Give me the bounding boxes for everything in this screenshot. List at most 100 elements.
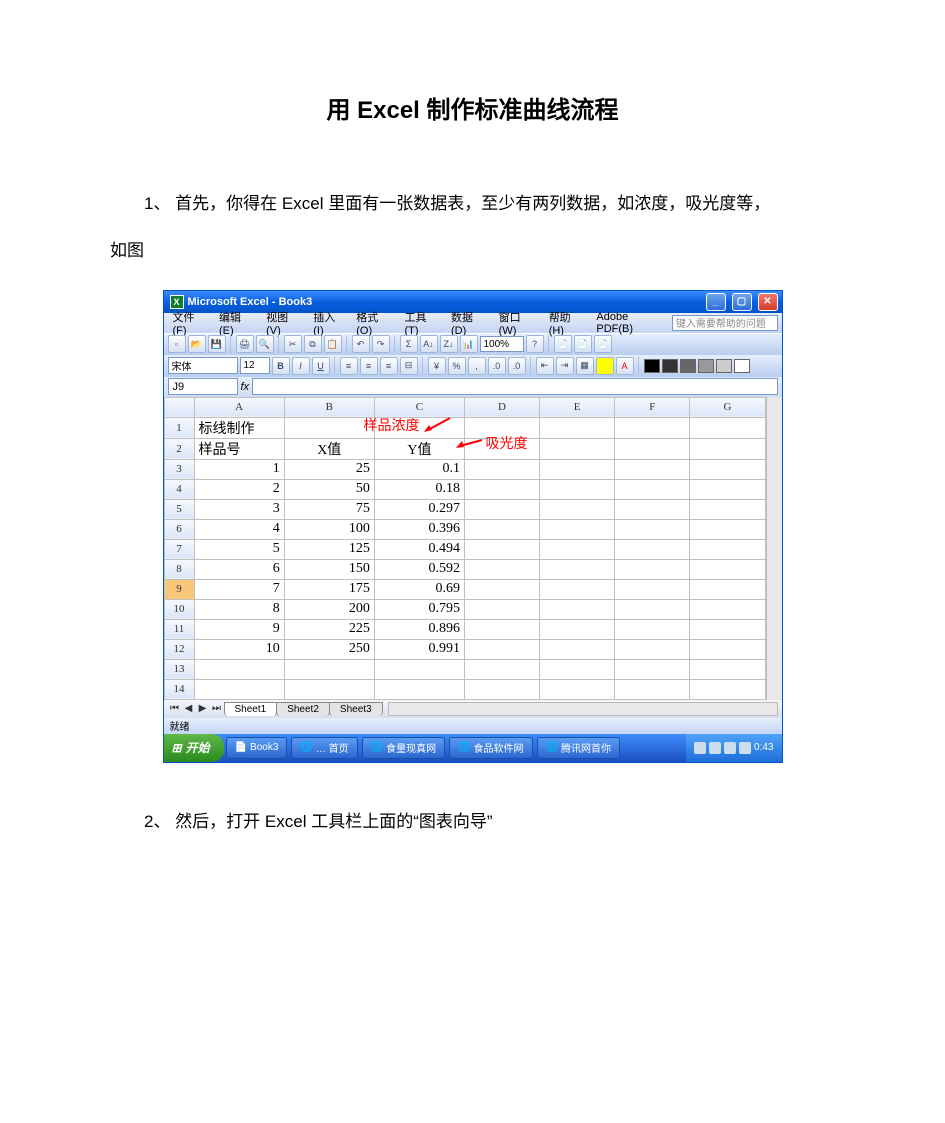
cell[interactable] [615,479,690,499]
cell[interactable]: Y值 [374,438,464,459]
menu-adobe[interactable]: Adobe PDF(B) [591,310,669,336]
underline-icon[interactable]: U [312,357,330,375]
menu-format[interactable]: 格式(O) [351,308,397,338]
row-header[interactable]: 9 [164,579,194,599]
cell[interactable] [690,579,765,599]
select-all-corner[interactable] [164,397,194,417]
cell[interactable] [690,619,765,639]
cell[interactable] [464,438,539,459]
cell[interactable] [540,519,615,539]
cell[interactable] [540,459,615,479]
fx-icon[interactable]: fx [241,381,250,393]
cell[interactable]: 0.1 [374,459,464,479]
cell[interactable]: 150 [284,559,374,579]
cell[interactable] [690,438,765,459]
palette-ltgray[interactable] [698,359,714,373]
cell[interactable] [540,599,615,619]
preview-icon[interactable]: 🔍 [256,335,274,353]
palette-black[interactable] [644,359,660,373]
merge-icon[interactable]: ⊟ [400,357,418,375]
bold-icon[interactable]: B [272,357,290,375]
cell[interactable]: 7 [194,579,284,599]
palette-dkgray[interactable] [662,359,678,373]
comma-icon[interactable]: , [468,357,486,375]
cell[interactable]: 50 [284,479,374,499]
taskbar-item[interactable]: 📄Book3 [226,737,288,759]
cell[interactable] [615,579,690,599]
maximize-button[interactable]: ▢ [732,293,752,311]
percent-icon[interactable]: % [448,357,466,375]
row-header[interactable]: 7 [164,539,194,559]
cell[interactable] [615,519,690,539]
cell[interactable] [690,599,765,619]
cell[interactable]: 样品号 [194,438,284,459]
redo-icon[interactable]: ↷ [372,335,390,353]
cell[interactable] [540,539,615,559]
zoom-combo[interactable]: 100% [480,336,524,352]
menu-data[interactable]: 数据(D) [446,308,492,338]
cell[interactable] [540,659,615,679]
cell[interactable] [194,679,284,699]
help-search-box[interactable]: 键入需要帮助的问题 [672,315,778,331]
cell[interactable] [615,559,690,579]
cell[interactable] [464,459,539,479]
cell[interactable]: 250 [284,639,374,659]
menu-file[interactable]: 文件(F) [168,308,213,338]
cell[interactable] [540,679,615,699]
sheet-nav-first-icon[interactable]: ⏮ [168,703,182,714]
cell[interactable] [464,579,539,599]
cell[interactable] [540,639,615,659]
sheet-tab-1[interactable]: Sheet1 [224,702,278,716]
row-header[interactable]: 2 [164,438,194,459]
row-header[interactable]: 12 [164,639,194,659]
print-icon[interactable]: 🖨 [236,335,254,353]
row-header[interactable]: 14 [164,679,194,699]
cell[interactable]: X值 [284,438,374,459]
name-box[interactable]: J9 [168,378,238,395]
indent-icon[interactable]: ⇤ [536,357,554,375]
start-button[interactable]: ⊞ 开始 [164,734,224,762]
row-header[interactable]: 10 [164,599,194,619]
cell[interactable] [464,519,539,539]
cell[interactable]: 225 [284,619,374,639]
cell[interactable] [615,639,690,659]
cell[interactable] [615,438,690,459]
cell[interactable] [464,639,539,659]
new-icon[interactable]: ▫ [168,335,186,353]
cell[interactable] [615,499,690,519]
cell[interactable]: 125 [284,539,374,559]
cell[interactable] [690,479,765,499]
cell[interactable] [690,519,765,539]
cell[interactable]: 9 [194,619,284,639]
cell[interactable] [540,619,615,639]
cell[interactable]: 0.18 [374,479,464,499]
row-header[interactable]: 4 [164,479,194,499]
cell[interactable] [690,499,765,519]
save-icon[interactable]: 💾 [208,335,226,353]
cell[interactable] [540,579,615,599]
fill-color-icon[interactable] [596,357,614,375]
cell[interactable] [540,479,615,499]
cell[interactable] [690,639,765,659]
cell[interactable] [615,417,690,438]
cell[interactable] [615,459,690,479]
palette-white[interactable] [734,359,750,373]
cell[interactable]: 0.69 [374,579,464,599]
menu-edit[interactable]: 编辑(E) [214,308,259,338]
undo-icon[interactable]: ↶ [352,335,370,353]
cell[interactable] [284,659,374,679]
cell[interactable] [464,417,539,438]
tray-icon[interactable] [709,742,721,754]
cell[interactable] [540,438,615,459]
cell[interactable] [464,559,539,579]
align-center-icon[interactable]: ≡ [360,357,378,375]
cell[interactable]: 6 [194,559,284,579]
cell[interactable]: 0.592 [374,559,464,579]
col-header-d[interactable]: D [464,397,539,417]
help-icon[interactable]: ? [526,335,544,353]
menu-view[interactable]: 视图(V) [261,308,306,338]
sheet-nav-last-icon[interactable]: ⏭ [210,703,224,714]
col-header-c[interactable]: C [374,397,464,417]
sheet-tab-3[interactable]: Sheet3 [329,702,383,716]
horizontal-scrollbar[interactable] [388,702,778,716]
